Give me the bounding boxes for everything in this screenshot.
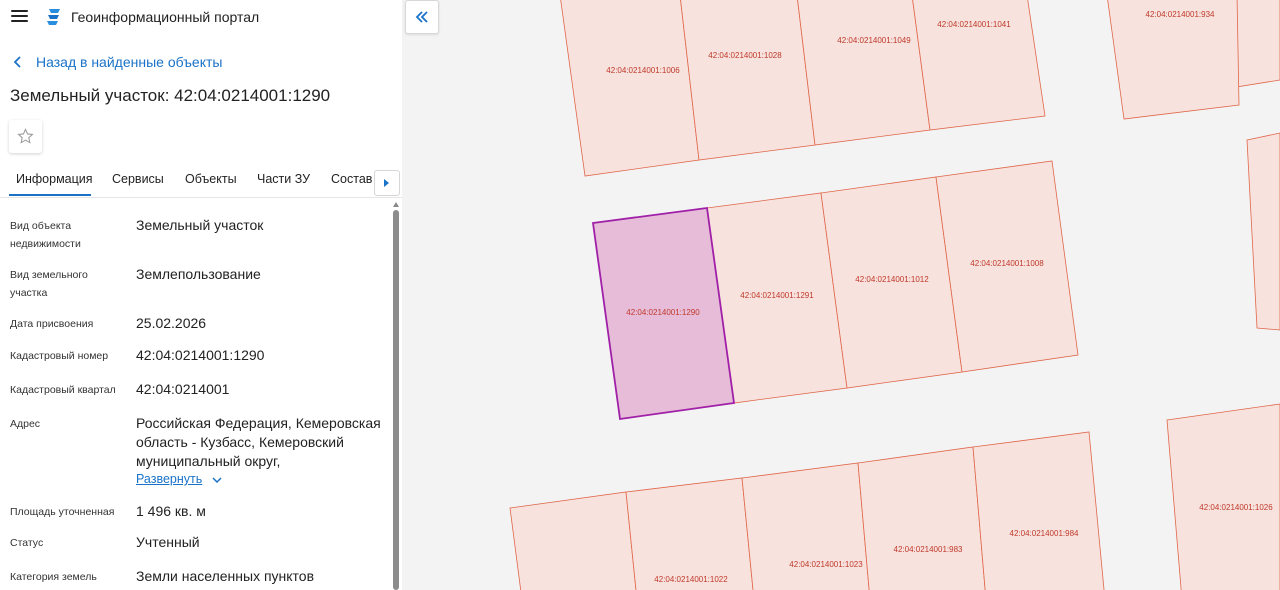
info-label: Статус xyxy=(10,537,44,549)
expand-address-link[interactable]: Развернуть xyxy=(136,472,222,486)
map-parcel[interactable] xyxy=(560,0,700,177)
info-label: Вид земельного участка xyxy=(10,269,88,299)
info-list: Вид объекта недвижимости Земельный участ… xyxy=(0,200,390,590)
info-label: Кадастровый квартал xyxy=(10,384,116,396)
map-canvas[interactable]: 42:04:0214001:1006 42:04:0214001:1028 42:0… xyxy=(402,0,1280,590)
chevron-left-icon xyxy=(13,56,21,68)
tab-services[interactable]: Сервисы xyxy=(112,172,164,186)
map-parcel[interactable] xyxy=(797,0,931,146)
info-label: Адрес xyxy=(10,418,41,430)
info-scrollbar[interactable] xyxy=(391,200,401,590)
star-icon xyxy=(17,128,34,144)
hamburger-menu-icon[interactable] xyxy=(11,10,28,23)
active-tab-indicator xyxy=(9,194,91,196)
back-link-label: Назад в найденные объекты xyxy=(36,54,223,70)
map-parcel[interactable] xyxy=(680,0,816,161)
parcel-label: 42:04:0214001:1022 xyxy=(654,575,728,584)
address-value: Российская Федерация, Кемеровская област… xyxy=(136,415,381,469)
info-value: 1 496 кв. м xyxy=(136,503,206,519)
map-parcel[interactable] xyxy=(741,462,870,590)
info-label: Кадастровый номер xyxy=(10,350,109,362)
map-parcel-partial[interactable] xyxy=(1246,132,1280,331)
page-title: Земельный участок: 42:04:0214001:1290 xyxy=(10,86,331,105)
parcel-label: 42:04:0214001:1291 xyxy=(740,291,814,300)
info-value: Земельный участок xyxy=(136,217,264,233)
object-tabs: Информация Сервисы Объекты Части ЗУ Сост… xyxy=(0,165,402,198)
parcel-label: 42:04:0214001:1290 xyxy=(626,308,700,317)
tab-parts[interactable]: Части ЗУ xyxy=(257,172,310,186)
tabs-scroll-right-button[interactable] xyxy=(374,170,400,196)
parcel-label: 42:04:0214001:1026 xyxy=(1199,503,1273,512)
parcel-label: 42:04:0214001:1028 xyxy=(708,51,782,60)
parcel-label: 42:04:0214001:1049 xyxy=(837,36,911,45)
chevron-down-icon xyxy=(212,477,222,484)
scroll-up-arrow-icon[interactable] xyxy=(393,202,399,207)
double-chevron-left-icon xyxy=(415,11,428,23)
map-parcel[interactable] xyxy=(1166,403,1280,590)
expand-label: Развернуть xyxy=(136,472,203,486)
info-label: Площадь уточненная xyxy=(10,506,115,518)
info-value: Земли населенных пунктов xyxy=(136,568,315,584)
caret-right-icon xyxy=(384,179,389,187)
collapse-panel-button[interactable] xyxy=(405,0,439,34)
parcel-label: 42:04:0214001:1023 xyxy=(789,560,863,569)
parcel-label: 42:04:0214001:1041 xyxy=(937,20,1011,29)
info-value: 42:04:0214001 xyxy=(136,381,230,397)
info-label: Вид объекта недвижимости xyxy=(10,220,81,250)
tab-objects[interactable]: Объекты xyxy=(185,172,237,186)
info-value: Учтенный xyxy=(136,534,200,550)
tab-information[interactable]: Информация xyxy=(16,172,93,186)
parcel-label: 42:04:0214001:983 xyxy=(894,545,964,554)
info-value: Землепользование xyxy=(136,266,261,282)
map-parcel[interactable] xyxy=(972,431,1105,590)
info-value: 42:04:0214001:1290 xyxy=(136,347,265,363)
map-parcel[interactable] xyxy=(625,477,754,590)
app-title: Геоинформационный портал xyxy=(71,9,260,25)
scrollbar-thumb[interactable] xyxy=(393,210,399,590)
parcel-label: 42:04:0214001:984 xyxy=(1010,529,1080,538)
tab-composition[interactable]: Состав xyxy=(331,172,372,186)
portal-logo-icon xyxy=(47,9,60,25)
cadastral-map[interactable]: 42:04:0214001:1006 42:04:0214001:1028 42:0… xyxy=(402,0,1280,590)
parcel-label: 42:04:0214001:1008 xyxy=(970,259,1044,268)
parcel-label: 42:04:0214001:1012 xyxy=(855,275,929,284)
app-header: Геоинформационный портал xyxy=(0,0,402,34)
info-label: Дата присвоения xyxy=(10,318,94,330)
map-parcel[interactable] xyxy=(857,446,986,590)
parcel-label: 42:04:0214001:934 xyxy=(1146,10,1216,19)
info-label: Категория земель xyxy=(10,571,97,583)
parcel-label: 42:04:0214001:1006 xyxy=(606,66,680,75)
info-panel: Геоинформационный портал Назад в найденн… xyxy=(0,0,403,590)
favorite-button[interactable] xyxy=(9,120,42,153)
map-parcel[interactable] xyxy=(509,491,637,590)
info-value: 25.02.2026 xyxy=(136,315,207,331)
